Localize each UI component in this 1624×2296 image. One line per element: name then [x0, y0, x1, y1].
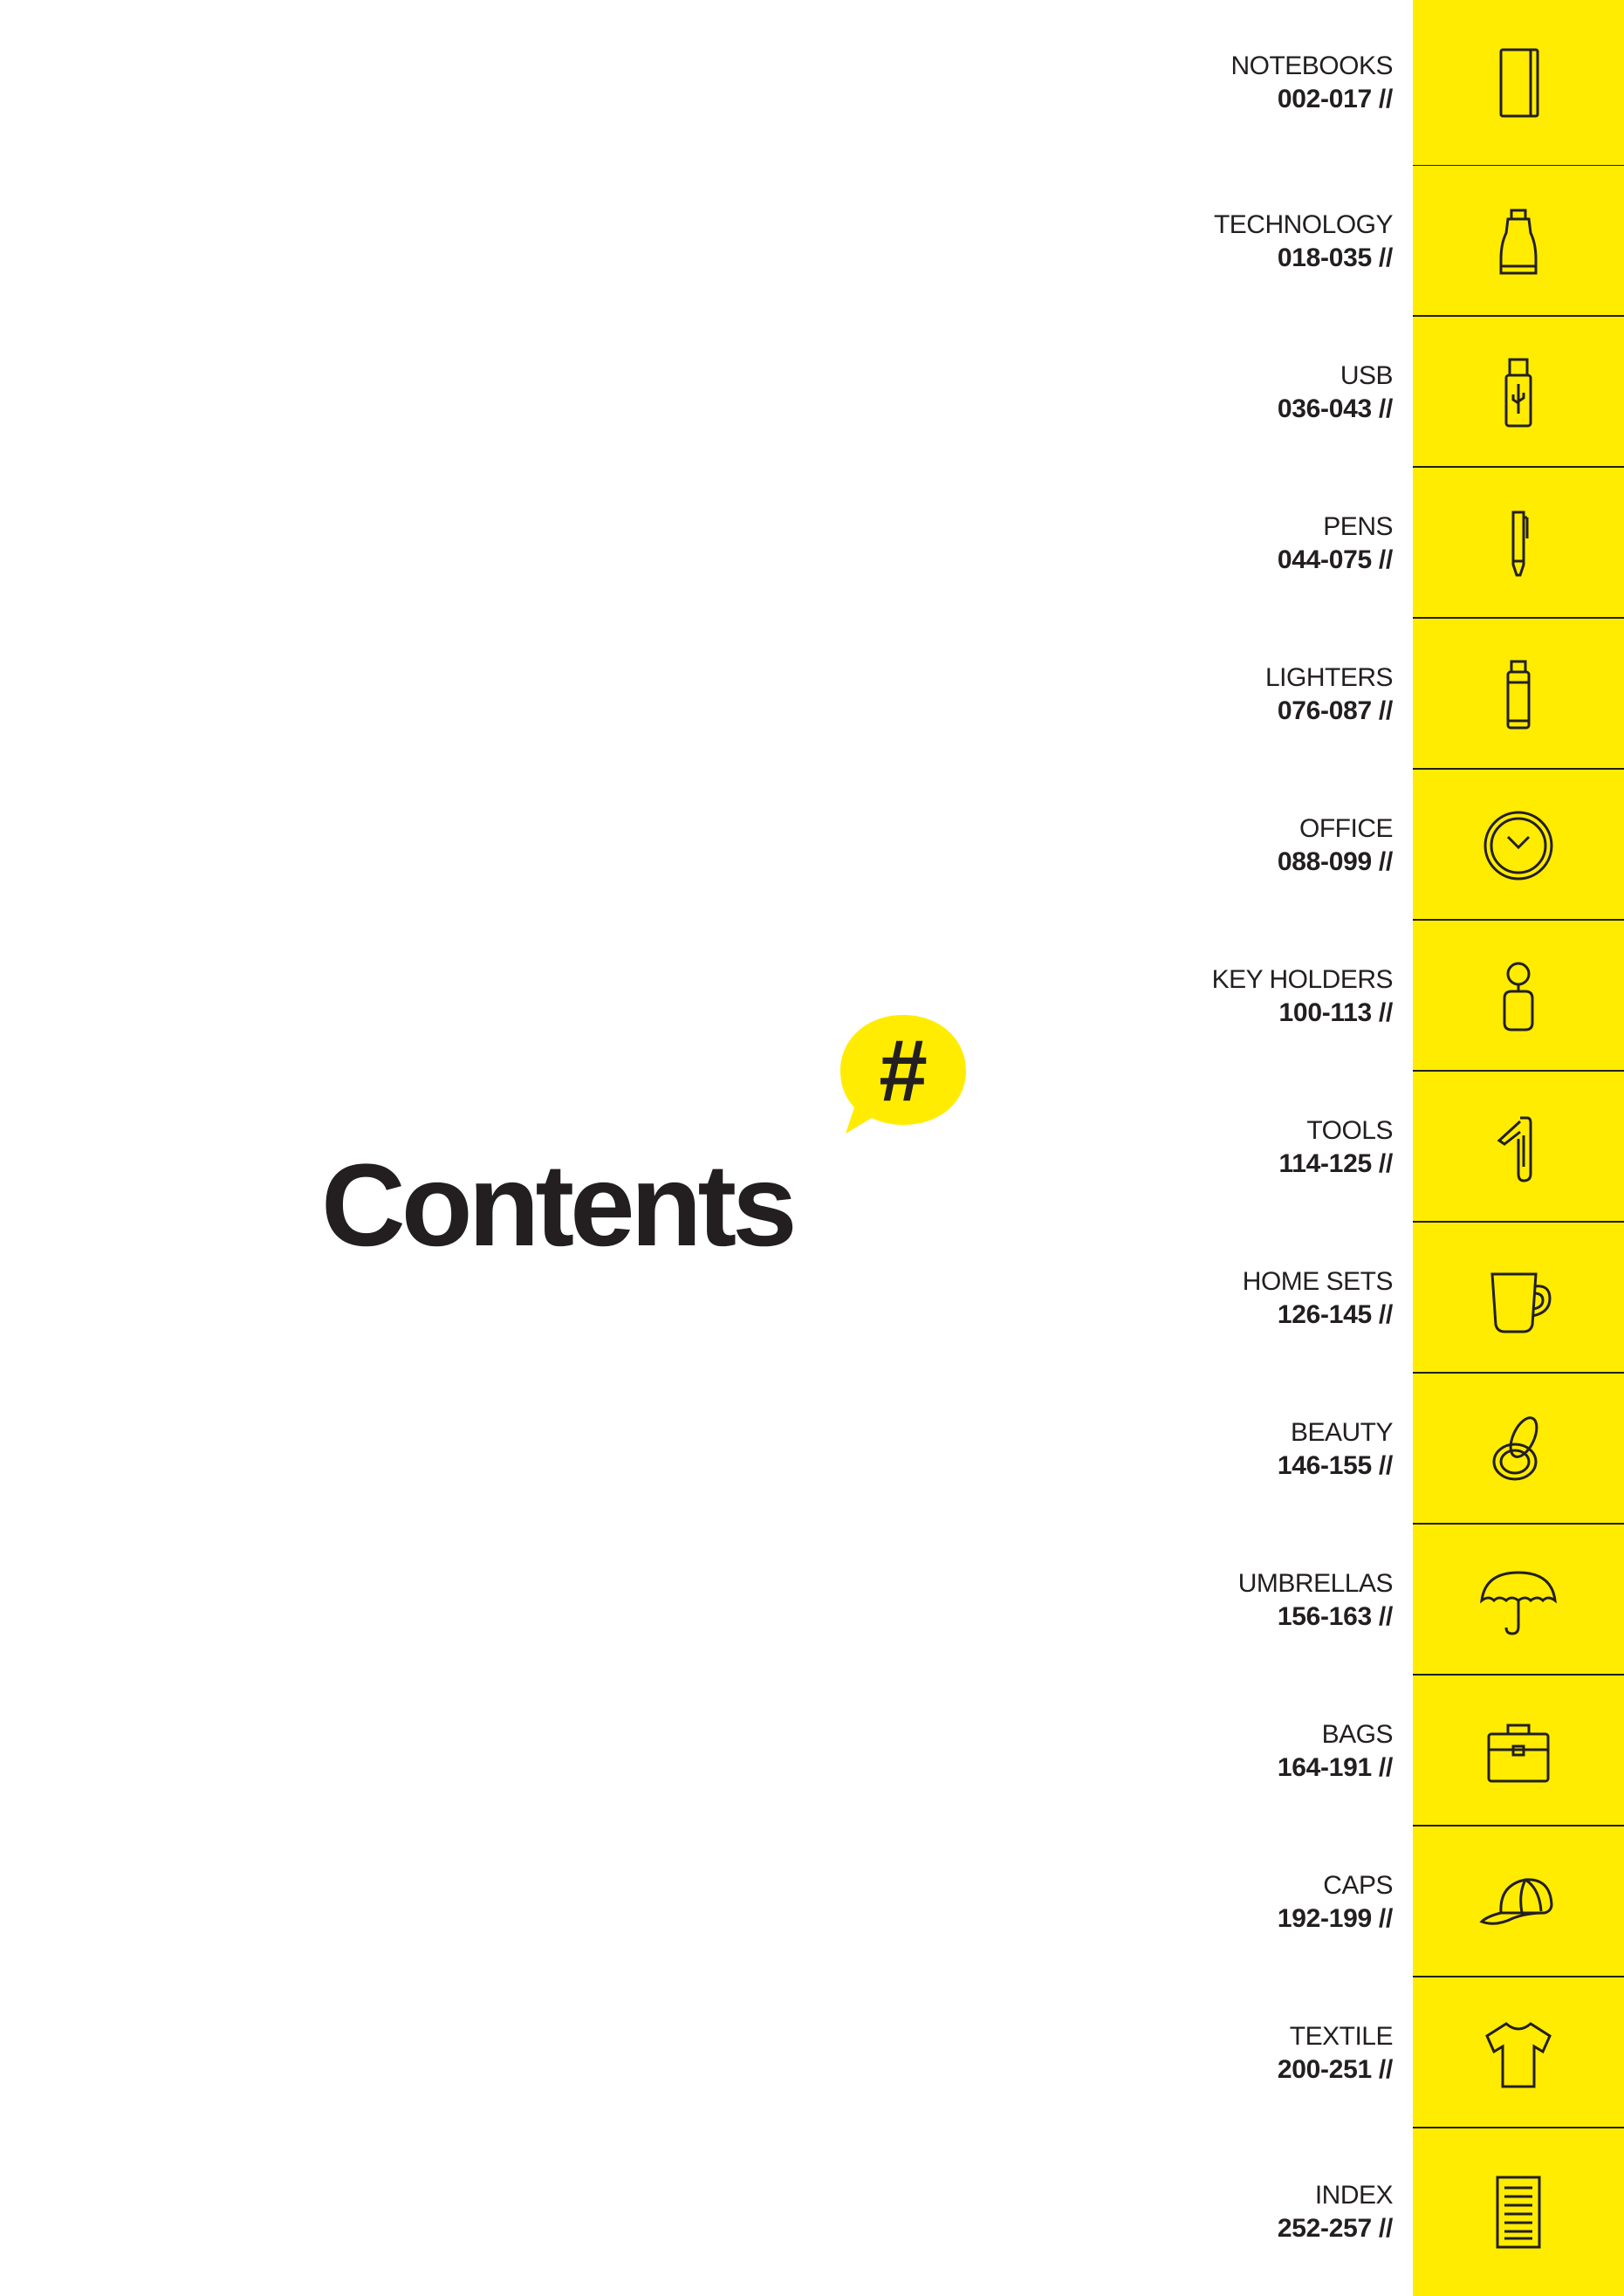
toc-item-pages: 146-155 //	[1277, 1450, 1393, 1480]
toc-item-label: USB	[1340, 360, 1394, 390]
toc-tab	[1413, 1827, 1624, 1977]
toc-item-pages: 252-257 //	[1277, 2214, 1393, 2243]
toc-item-tools[interactable]: TOOLS 114-125 //	[1134, 1072, 1624, 1223]
toc-item-pages: 114-125 //	[1278, 1148, 1394, 1178]
toc-item-label: HOME SETS	[1242, 1266, 1394, 1296]
toc-tab	[1413, 468, 1624, 619]
cap-icon	[1479, 1877, 1553, 1925]
toc-tab	[1413, 1374, 1624, 1525]
toc-item-label: KEY HOLDERS	[1211, 964, 1394, 994]
pocket-knife-icon	[1497, 1116, 1532, 1182]
toc-item-label: TEXTILE	[1289, 2021, 1394, 2051]
toc-item-pages: 164-191 //	[1277, 1752, 1393, 1782]
toc-item-pages: 088-099 //	[1277, 846, 1393, 876]
mug-icon	[1490, 1272, 1552, 1333]
notebook-icon	[1499, 48, 1539, 118]
toc-item-textile[interactable]: TEXTILE 200-251 //	[1134, 1977, 1624, 2128]
umbrella-icon	[1480, 1570, 1557, 1635]
toc-tab	[1413, 317, 1624, 468]
toc-item-pages: 036-043 //	[1277, 394, 1393, 423]
briefcase-icon	[1487, 1724, 1550, 1782]
toc-item-usb[interactable]: USB 036-043 //	[1134, 317, 1624, 468]
toc-item-pages: 200-251 //	[1277, 2054, 1393, 2084]
toc-item-label: PENS	[1323, 511, 1393, 541]
toc-item-pages: 156-163 //	[1277, 1601, 1393, 1631]
toc-item-label: UMBRELLAS	[1237, 1568, 1394, 1598]
toc-tab	[1413, 1676, 1624, 1827]
toc-item-caps[interactable]: CAPS 192-199 //	[1134, 1827, 1624, 1977]
toc-item-index[interactable]: INDEX 252-257 //	[1134, 2128, 1624, 2296]
toc-item-beauty[interactable]: BEAUTY 146-155 //	[1134, 1374, 1624, 1525]
toc-item-office[interactable]: OFFICE 088-099 //	[1134, 770, 1624, 921]
toc-tab	[1413, 2128, 1624, 2296]
toc-item-umbrellas[interactable]: UMBRELLAS 156-163 //	[1134, 1525, 1624, 1676]
toc-item-label: TOOLS	[1306, 1115, 1393, 1145]
compact-mirror-icon	[1492, 1415, 1538, 1480]
toc-item-label: BEAUTY	[1290, 1417, 1394, 1447]
toc-item-pages: 076-087 //	[1277, 696, 1393, 725]
toc-tab	[1413, 1223, 1624, 1374]
car-charger-icon	[1499, 209, 1538, 274]
toc-item-pages: 018-035 //	[1277, 243, 1393, 272]
toc-item-label: INDEX	[1314, 2181, 1394, 2210]
toc-tab	[1413, 619, 1624, 770]
toc-item-label: LIGHTERS	[1264, 662, 1394, 692]
toc-item-pages: 100-113 //	[1278, 997, 1394, 1027]
toc-item-label: NOTEBOOKS	[1230, 51, 1393, 80]
toc-tab	[1413, 1525, 1624, 1676]
toc-item-technology[interactable]: TECHNOLOGY 018-035 //	[1134, 166, 1624, 317]
toc-item-label: BAGS	[1321, 1719, 1394, 1749]
toc-item-label: OFFICE	[1299, 813, 1394, 843]
pen-icon	[1511, 511, 1529, 576]
toc-item-pages: 044-075 //	[1277, 545, 1393, 574]
lighter-icon	[1506, 660, 1531, 729]
toc-tab	[1413, 770, 1624, 921]
toc-item-home-sets[interactable]: HOME SETS 126-145 //	[1134, 1223, 1624, 1374]
toc-tab	[1413, 1072, 1624, 1223]
toc-item-key-holders[interactable]: KEY HOLDERS 100-113 //	[1134, 921, 1624, 1072]
toc-tab	[1413, 0, 1624, 166]
toc-tab	[1413, 1977, 1624, 2128]
table-of-contents: NOTEBOOKS 002-017 // TECHNOLOGY 018-035 …	[0, 0, 1624, 2296]
toc-item-notebooks[interactable]: NOTEBOOKS 002-017 //	[1134, 0, 1624, 166]
tshirt-icon	[1485, 2021, 1552, 2087]
toc-item-lighters[interactable]: LIGHTERS 076-087 //	[1134, 619, 1624, 770]
toc-item-label: TECHNOLOGY	[1213, 209, 1394, 239]
toc-item-pens[interactable]: PENS 044-075 //	[1134, 468, 1624, 619]
toc-tab	[1413, 166, 1624, 317]
keyring-icon	[1503, 962, 1534, 1031]
index-document-icon	[1496, 2176, 1541, 2249]
clock-icon	[1484, 811, 1553, 880]
toc-tab	[1413, 921, 1624, 1072]
toc-item-pages: 126-145 //	[1277, 1299, 1393, 1329]
toc-item-bags[interactable]: BAGS 164-191 //	[1134, 1676, 1624, 1827]
toc-item-pages: 002-017 //	[1277, 85, 1393, 113]
toc-item-pages: 192-199 //	[1277, 1903, 1393, 1933]
toc-item-label: CAPS	[1323, 1870, 1393, 1900]
usb-drive-icon	[1504, 358, 1532, 427]
